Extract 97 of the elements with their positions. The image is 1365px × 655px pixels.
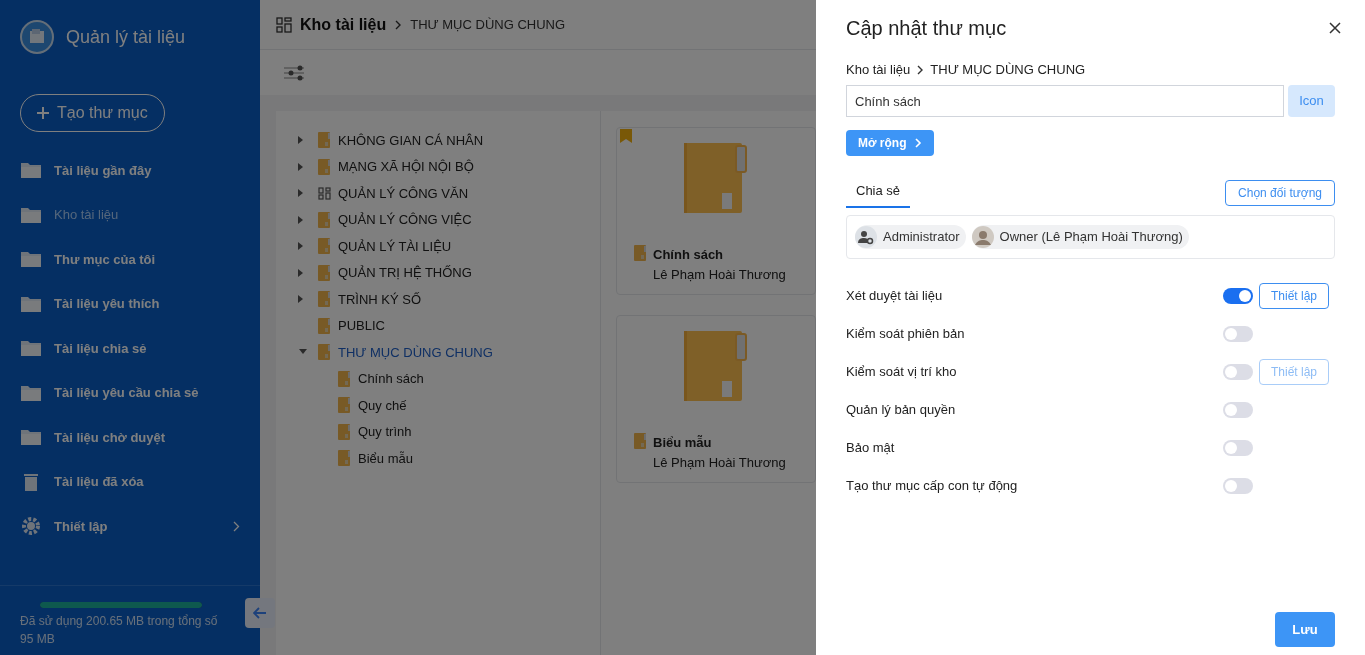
- tree-item[interactable]: PUBLIC: [338, 316, 385, 336]
- caret-right-icon[interactable]: [298, 294, 304, 305]
- sidebar-item[interactable]: Tài liệu yêu thích: [0, 281, 260, 326]
- sidebar-item[interactable]: Tài liệu chia sẻ: [0, 326, 260, 371]
- tab[interactable]: Chia sẻ: [846, 176, 911, 208]
- breadcrumb-current: THƯ MỤC DÙNG CHUNG: [930, 61, 1086, 80]
- sidebar-item[interactable]: Thiết lập: [0, 504, 260, 549]
- chevron-right-icon: [394, 19, 403, 30]
- folder-icon: [318, 211, 331, 228]
- breadcrumb-link[interactable]: Kho tài liệu: [846, 60, 911, 80]
- sidebar-item[interactable]: Tài liệu đã xóa: [0, 459, 260, 504]
- setting-label: Kiểm soát phiên bản: [846, 325, 966, 344]
- folder-icon: [20, 249, 42, 270]
- save-button[interactable]: Lưu: [1275, 612, 1335, 647]
- sidebar-item[interactable]: Tài liệu gần đây: [0, 148, 260, 193]
- tree-item[interactable]: Chính sách: [358, 369, 424, 389]
- tree-item[interactable]: QUẢN LÝ CÔNG VIỆC: [338, 210, 472, 230]
- folder-title: Chính sách: [653, 246, 725, 264]
- caret-right-icon[interactable]: [298, 214, 304, 225]
- tree-item[interactable]: QUẢN LÝ TÀI LIỆU: [338, 236, 452, 256]
- folder-icon: [20, 427, 42, 448]
- sidebar-item[interactable]: Thư mục của tôi: [0, 237, 260, 282]
- grid-icon: [276, 16, 292, 33]
- choose-recipients-button[interactable]: Chọn đối tượng: [1225, 180, 1335, 206]
- folder-icon: [634, 433, 647, 449]
- icon-button[interactable]: Icon: [1288, 85, 1335, 117]
- tree-item[interactable]: QUẢN LÝ CÔNG VĂN: [338, 183, 469, 203]
- folder-icon: [338, 423, 351, 440]
- folder-icon: [318, 317, 331, 334]
- sidebar-item[interactable]: Tài liệu yêu cầu chia sẻ: [0, 370, 260, 415]
- caret-right-icon[interactable]: [298, 241, 304, 252]
- tree-item[interactable]: QUẢN TRỊ HỆ THỐNG: [338, 263, 472, 283]
- settings-icon: [20, 516, 42, 537]
- arrow-left-icon: [253, 607, 267, 619]
- caret-right-icon[interactable]: [298, 267, 304, 278]
- tree-item[interactable]: THƯ MỤC DÙNG CHUNG: [338, 342, 493, 362]
- user-chip: Owner (Lê Phạm Hoài Thương): [971, 225, 1189, 249]
- chevron-right-icon: [916, 65, 925, 75]
- setup-button[interactable]: Thiết lập: [1259, 283, 1329, 309]
- storage-usage-text: Đã sử dụng 200.65 MB trong tổng số 95 MB: [20, 613, 219, 648]
- folder-icon: [318, 291, 331, 308]
- user-gear-icon: [855, 226, 877, 248]
- folder-owner: Lê Phạm Hoài Thương: [653, 265, 786, 284]
- filter-sliders-icon[interactable]: [284, 63, 304, 82]
- folder-owner: Lê Phạm Hoài Thương: [653, 453, 786, 472]
- caret-down-icon[interactable]: [298, 349, 308, 356]
- tree-item[interactable]: Quy chế: [358, 395, 407, 415]
- tree-item[interactable]: Quy trình: [358, 422, 412, 442]
- folder-drawing: [684, 331, 748, 403]
- dialog-title: Cập nhật thư mục: [846, 16, 1007, 41]
- folder-title: Biểu mẫu: [653, 434, 713, 452]
- setting-label: Tạo thư mục cấp con tự động: [846, 477, 1019, 496]
- toggle-switch[interactable]: [1223, 364, 1253, 380]
- folder-icon: [634, 245, 647, 261]
- setting-label: Bảo mật: [846, 439, 896, 458]
- folder-icon: [20, 338, 42, 359]
- folder-card[interactable]: Biểu mẫu Lê Phạm Hoài Thương: [616, 315, 816, 483]
- breadcrumb-current: THƯ MỤC DÙNG CHUNG: [410, 15, 566, 34]
- expand-button[interactable]: Mở rộng: [846, 130, 934, 156]
- breadcrumb-link[interactable]: Kho tài liệu: [300, 12, 387, 37]
- collapse-sidebar-button[interactable]: [245, 598, 275, 628]
- tree-item[interactable]: MẠNG XÃ HỘI NỘI BỘ: [338, 157, 474, 177]
- folder-icon: [318, 158, 331, 175]
- toggle-switch[interactable]: [1223, 402, 1253, 418]
- folder-icon: [318, 132, 331, 149]
- folder-drawing: [684, 143, 748, 215]
- tree-item[interactable]: TRÌNH KÝ SỐ: [338, 289, 422, 309]
- folder-icon: [20, 160, 42, 181]
- caret-right-icon[interactable]: [298, 135, 304, 146]
- folder-icon: [338, 450, 351, 467]
- app-logo-icon: [20, 20, 54, 54]
- folder-icon: [318, 344, 331, 361]
- setting-label: Kiểm soát vị trí kho: [846, 363, 958, 382]
- folder-icon: [318, 264, 331, 281]
- grid-icon: [318, 186, 331, 200]
- toggle-switch[interactable]: [1223, 440, 1253, 456]
- tree-item[interactable]: KHÔNG GIAN CÁ NHÂN: [338, 130, 484, 150]
- user-chip: Administrator: [855, 225, 966, 249]
- plus-icon: [37, 107, 49, 119]
- toggle-switch[interactable]: [1223, 288, 1253, 304]
- chevron-right-icon: [914, 138, 922, 148]
- folder-icon: [338, 397, 351, 414]
- folder-icon: [338, 370, 351, 387]
- setting-label: Quản lý bản quyền: [846, 401, 957, 420]
- caret-right-icon[interactable]: [298, 161, 304, 172]
- folder-icon: [318, 238, 331, 255]
- close-icon: [1329, 22, 1341, 34]
- avatar-icon: [971, 226, 994, 248]
- setting-label: Xét duyệt tài liệu: [846, 287, 944, 306]
- app-title: Quản lý tài liệu: [66, 25, 186, 49]
- folder-card[interactable]: Chính sách Lê Phạm Hoài Thương: [616, 127, 816, 295]
- tree-item[interactable]: Biểu mẫu: [358, 448, 413, 468]
- caret-right-icon[interactable]: [298, 188, 304, 199]
- toggle-switch[interactable]: [1223, 326, 1253, 342]
- folder-name-field[interactable]: Chính sách: [846, 85, 1284, 117]
- sidebar-item[interactable]: Tài liệu chờ duyệt: [0, 415, 260, 460]
- toggle-switch[interactable]: [1223, 478, 1253, 494]
